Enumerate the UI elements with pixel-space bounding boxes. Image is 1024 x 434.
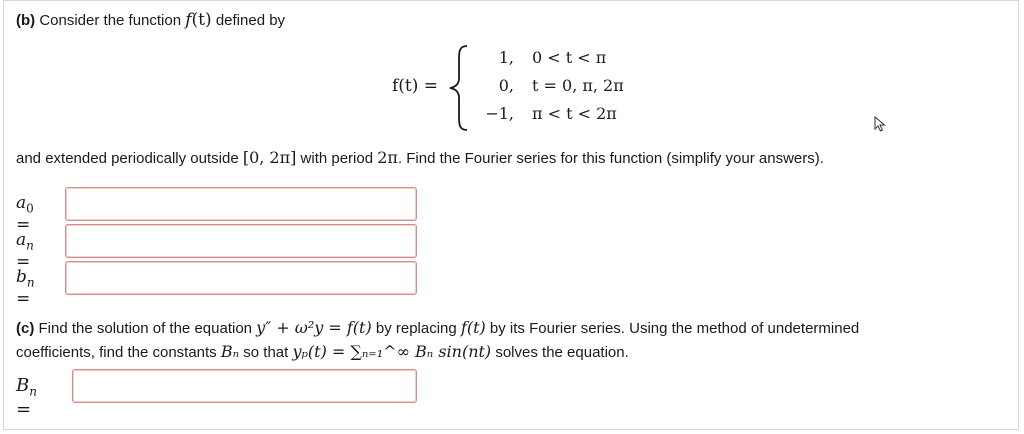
mouse-cursor-icon [874, 116, 886, 132]
forcing-function: f(t) [460, 318, 486, 337]
part-c-line-1: (c) Find the solution of the equation y″… [16, 318, 860, 337]
case-row-1-condition: 0 < t < π [532, 48, 607, 67]
an-input[interactable] [65, 224, 417, 258]
part-b-label: (b) [16, 12, 36, 29]
left-brace-icon [449, 45, 468, 131]
case-row-3-condition: π < t < 2π [532, 104, 617, 123]
Bn-symbol: Bₙ [220, 342, 240, 361]
bn-input[interactable] [65, 261, 417, 295]
particular-solution-series: yₚ(t) = ∑ₙ₌₁^∞ Bₙ sin(nt) [292, 342, 492, 361]
part-b-heading: (b) Consider the function f(t) defined b… [16, 10, 285, 30]
part-b-instructions: and extended periodically outside [0, 2π… [16, 148, 824, 167]
part-c-line-2: coefficients, find the constants Bₙ so t… [16, 342, 629, 361]
function-variable: (t) [191, 10, 212, 30]
differential-equation: y″ + ω²y = f(t) [256, 318, 372, 337]
interval: [0, 2π] [242, 148, 297, 167]
case-row-2-condition: t = 0, π, 2π [532, 76, 624, 95]
Bn-label: Bn = [16, 375, 37, 420]
part-c-label: (c) [16, 320, 35, 337]
part-b-intro: Consider the function [35, 12, 186, 29]
period: 2π [377, 148, 398, 167]
part-b-after: defined by [211, 12, 286, 29]
bn-label: bn = [16, 267, 35, 310]
Bn-input[interactable] [72, 369, 417, 403]
a0-input[interactable] [65, 187, 417, 221]
definition-lhs: f(t) = [392, 76, 439, 96]
